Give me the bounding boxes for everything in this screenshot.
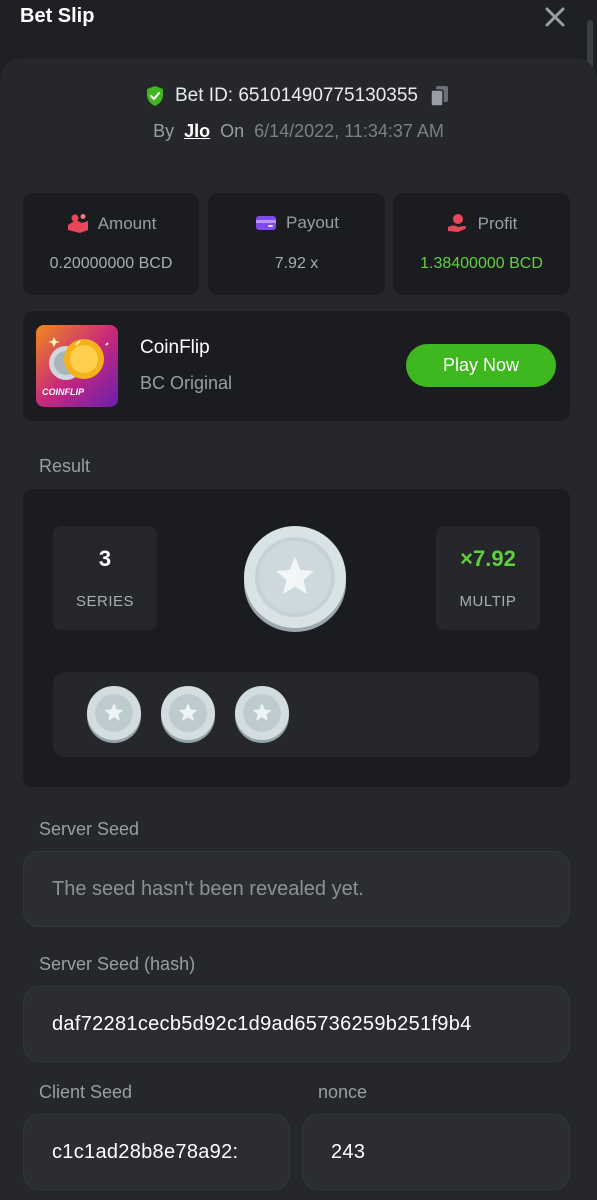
game-provider: BC Original — [140, 373, 233, 393]
by-label: By — [153, 120, 175, 141]
silver-coin-icon — [244, 526, 346, 632]
bet-meta-row: By Jlo On 6/14/2022, 11:34:37 AM — [0, 119, 597, 143]
payout-card-icon — [256, 216, 277, 230]
play-now-button[interactable]: Play Now — [406, 344, 556, 387]
coin-history — [53, 672, 539, 757]
coinflip-thumbnail[interactable]: COINFLIP — [36, 325, 118, 407]
nonce-label: nonce — [318, 1082, 368, 1102]
profit-card: Profit 1.38400000 BCD — [393, 193, 570, 295]
server-seed-label: Server Seed — [39, 819, 140, 839]
series-label: SERIES — [75, 593, 135, 610]
amount-value: 0.20000000 BCD — [49, 255, 173, 272]
close-icon — [545, 7, 565, 27]
nonce-field[interactable]: 243 — [302, 1114, 570, 1190]
multiplier-card: ×7.92 MULTIP — [436, 526, 540, 630]
silver-coin-icon — [87, 686, 141, 743]
verified-shield-icon — [147, 86, 163, 106]
bet-datetime: 6/14/2022, 11:34:37 AM — [254, 120, 444, 141]
amount-icon — [67, 214, 88, 233]
result-label: Result — [39, 456, 91, 476]
payout-value: 7.92 x — [274, 255, 319, 272]
multiplier-value: ×7.92 — [460, 546, 516, 571]
amount-card: Amount 0.20000000 BCD — [23, 193, 199, 295]
result-panel: 3 SERIES ×7.92 MULTIP — [23, 489, 570, 787]
payout-label: Payout — [286, 213, 339, 232]
profit-value: 1.38400000 BCD — [420, 255, 543, 272]
bet-id: Bet ID: 65101490775130355 — [175, 85, 418, 106]
silver-coin-icon — [161, 686, 215, 743]
server-seed-field[interactable]: The seed hasn't been revealed yet. — [23, 851, 570, 927]
bet-id-row: Bet ID: 65101490775130355 — [0, 82, 597, 110]
profit-label: Profit — [477, 214, 518, 233]
multiplier-label: MULTIP — [459, 593, 517, 610]
server-seed-hash-label: Server Seed (hash) — [39, 954, 196, 974]
series-value: 3 — [98, 546, 112, 571]
profit-hand-icon — [447, 214, 466, 232]
amount-label: Amount — [97, 214, 157, 233]
close-button[interactable] — [540, 2, 570, 32]
server-seed-hash-field[interactable]: daf72281cecb5d92c1d9ad65736259b251f9b4 — [23, 986, 570, 1062]
user-link[interactable]: Jlo — [184, 121, 210, 142]
client-seed-field[interactable]: c1c1ad28b8e78a92: — [23, 1114, 290, 1190]
on-label: On — [220, 120, 245, 141]
page-title: Bet Slip — [20, 5, 95, 27]
payout-card: Payout 7.92 x — [208, 193, 385, 295]
game-card: COINFLIP CoinFlip BC Original Play Now — [23, 311, 570, 421]
copy-icon[interactable] — [428, 84, 452, 108]
thumbnail-label: COINFLIP — [42, 387, 84, 397]
client-seed-label: Client Seed — [39, 1082, 133, 1102]
silver-coin-icon — [235, 686, 289, 743]
series-card: 3 SERIES — [53, 526, 157, 630]
game-name: CoinFlip — [140, 337, 210, 358]
bet-slip-header: Bet Slip — [0, 0, 597, 58]
